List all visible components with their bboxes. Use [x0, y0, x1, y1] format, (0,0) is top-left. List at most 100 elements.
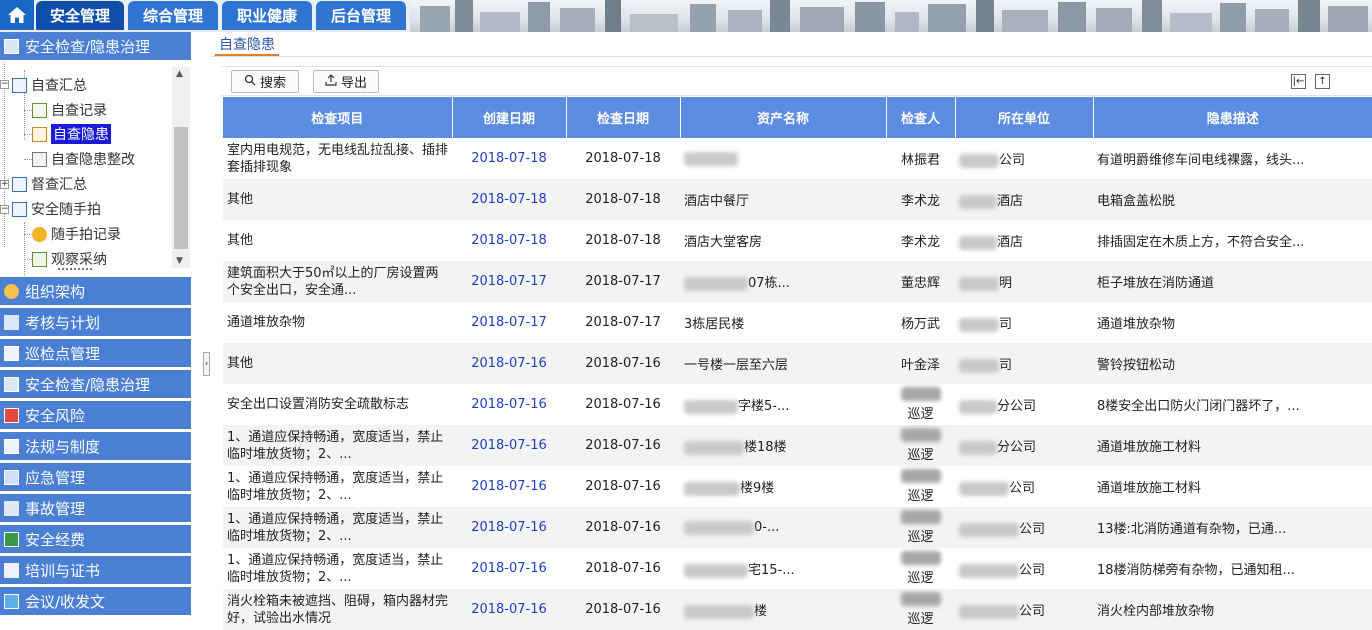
- sidebar-section-funds[interactable]: 安全经费: [0, 525, 191, 554]
- table-row[interactable]: 安全出口设置消防安全疏散标志 2018-07-16 2018-07-16 字楼5…: [223, 384, 1372, 425]
- tree-group-supervision[interactable]: 督查汇总: [12, 173, 87, 195]
- document-icon: [32, 151, 47, 167]
- cell-checked: 2018-07-18: [566, 179, 680, 220]
- unit-text: 分公司: [997, 399, 1037, 414]
- sidebar-section-accident[interactable]: 事故管理: [0, 494, 191, 523]
- sidebar-section-organization[interactable]: 组织架构: [0, 277, 191, 306]
- scroll-up-icon[interactable]: ▲: [176, 69, 183, 79]
- tab-label: 安全管理: [49, 7, 110, 25]
- sidebar-section-regulation[interactable]: 法规与制度: [0, 432, 191, 461]
- scroll-down-icon[interactable]: ▼: [176, 256, 183, 266]
- sidebar-section-training[interactable]: 培训与证书: [0, 556, 191, 585]
- cell-created[interactable]: 2018-07-18: [452, 138, 566, 179]
- table-row[interactable]: 其他 2018-07-18 2018-07-18 酒店中餐厅 李术龙 酒店 电箱…: [223, 179, 1372, 220]
- cell-unit: 司: [955, 302, 1093, 343]
- search-icon: [244, 74, 256, 89]
- cell-created[interactable]: 2018-07-16: [452, 589, 566, 630]
- tree-item-self-records[interactable]: 自查记录: [32, 99, 107, 121]
- cell-created[interactable]: 2018-07-16: [452, 548, 566, 589]
- cell-created[interactable]: 2018-07-16: [452, 343, 566, 384]
- column-header[interactable]: 所在单位: [955, 97, 1094, 138]
- tree-label: 观察采纳: [51, 252, 107, 268]
- sidebar-section-label: 巡检点管理: [25, 344, 101, 363]
- search-button[interactable]: 搜索: [231, 70, 299, 93]
- sidebar-section-label: 安全检查/隐患治理: [25, 37, 151, 56]
- cell-created[interactable]: 2018-07-18: [452, 220, 566, 261]
- column-header[interactable]: 创建日期: [452, 97, 567, 138]
- cell-asset: 楼: [680, 589, 886, 630]
- cell-created[interactable]: 2018-07-18: [452, 179, 566, 220]
- sidebar-section-assessment[interactable]: 考核与计划: [0, 308, 191, 337]
- scrollbar-thumb[interactable]: [174, 127, 188, 249]
- tab-self-hazards[interactable]: 自查隐患: [215, 34, 279, 56]
- sidebar-collapse-handle[interactable]: ›: [203, 352, 210, 376]
- tree-item-hazard-rectification[interactable]: 自查隐患整改: [32, 148, 135, 170]
- cell-created[interactable]: 2018-07-16: [452, 425, 566, 466]
- sidebar-section-active[interactable]: 安全检查/隐患治理: [0, 32, 191, 61]
- table-row[interactable]: 1、通道应保持畅通，宽度适当，禁止临时堆放货物；2、... 2018-07-16…: [223, 548, 1372, 589]
- tree-group-self-inspection[interactable]: 自查汇总: [12, 74, 87, 96]
- accident-icon: [4, 500, 19, 516]
- cell-inspector: 李术龙: [886, 179, 955, 220]
- report-icon: [12, 176, 27, 192]
- tab-label: 后台管理: [330, 7, 391, 25]
- tree-collapse-toggle[interactable]: −: [0, 80, 9, 89]
- collapse-left-icon[interactable]: |←: [1291, 74, 1306, 89]
- tree-group-snapshot[interactable]: 安全随手拍: [12, 198, 101, 220]
- tree-scrollbar[interactable]: ▲ ▼: [172, 67, 190, 268]
- inspector-text: 巡逻: [907, 407, 934, 422]
- scroll-top-icon[interactable]: ↑: [1315, 74, 1330, 89]
- tab-safety-management[interactable]: 安全管理: [36, 1, 124, 30]
- cell-desc: 通道堆放施工材料: [1097, 481, 1202, 496]
- cell-asset: 3栋居民楼: [684, 317, 745, 332]
- tree-item-snapshot-records[interactable]: 随手拍记录: [32, 223, 121, 245]
- tree-item-self-hazards[interactable]: 自查隐患: [32, 123, 111, 145]
- column-header[interactable]: 检查人: [886, 97, 956, 138]
- cell-created[interactable]: 2018-07-17: [452, 261, 566, 302]
- city-banner: [410, 0, 1372, 32]
- sidebar-section-patrol[interactable]: 巡检点管理: [0, 339, 191, 368]
- sidebar-section-emergency[interactable]: 应急管理: [0, 463, 191, 492]
- document-warning-icon: [32, 126, 47, 142]
- column-header[interactable]: 隐患描述: [1093, 97, 1372, 138]
- table-row[interactable]: 通道堆放杂物 2018-07-17 2018-07-17 3栋居民楼 杨万武 司…: [223, 302, 1372, 343]
- tree-collapse-toggle[interactable]: −: [0, 205, 9, 214]
- sidebar-section-inspection[interactable]: 安全检查/隐患治理: [0, 370, 191, 399]
- table-row[interactable]: 1、通道应保持畅通，宽度适当，禁止临时堆放货物；2、... 2018-07-16…: [223, 507, 1372, 548]
- table-row[interactable]: 消火栓箱未被遮挡、阻碍，箱内器材完好，试验出水情况 2018-07-16 201…: [223, 589, 1372, 630]
- tree-item-observation[interactable]: 观察采纳: [32, 248, 107, 270]
- column-header[interactable]: 资产名称: [680, 97, 887, 138]
- table-row[interactable]: 1、通道应保持畅通，宽度适当，禁止临时堆放货物；2、... 2018-07-16…: [223, 425, 1372, 466]
- tab-general-management[interactable]: 综合管理: [128, 1, 218, 30]
- tab-occupational-health[interactable]: 职业健康: [222, 1, 312, 30]
- cell-inspector: 林振君: [900, 153, 940, 168]
- meeting-icon: [4, 593, 19, 609]
- cell-created[interactable]: 2018-07-17: [452, 302, 566, 343]
- table-row[interactable]: 建筑面积大于50㎡以上的厂房设置两个安全出口，安全通... 2018-07-17…: [223, 261, 1372, 302]
- document-icon: [32, 102, 47, 118]
- sidebar-section-label: 会议/收发文: [25, 592, 106, 611]
- table-row[interactable]: 1、通道应保持畅通，宽度适当，禁止临时堆放货物；2、... 2018-07-16…: [223, 466, 1372, 507]
- column-header[interactable]: 检查项目: [223, 97, 453, 138]
- sidebar-section-risk[interactable]: 安全风险: [0, 401, 191, 430]
- table-row[interactable]: 室内用电规范，无电线乱拉乱接、插排套插排现象 2018-07-18 2018-0…: [223, 138, 1372, 179]
- tab-admin[interactable]: 后台管理: [316, 1, 406, 30]
- redacted-mask: [959, 563, 1019, 578]
- asset-text: 07栋...: [748, 276, 790, 291]
- home-button[interactable]: [0, 0, 34, 30]
- cell-created[interactable]: 2018-07-16: [452, 507, 566, 548]
- tree-expand-toggle[interactable]: +: [0, 180, 9, 189]
- cell-created[interactable]: 2018-07-16: [452, 384, 566, 425]
- table-row[interactable]: 其他 2018-07-16 2018-07-16 一号楼一层至六层 叶金泽 司 …: [223, 343, 1372, 384]
- sidebar-section-meeting[interactable]: 会议/收发文: [0, 587, 191, 616]
- cell-asset: [680, 138, 886, 179]
- unit-text: 公司: [1019, 604, 1046, 619]
- inspector-text: 巡逻: [907, 448, 934, 463]
- certificate-icon: [4, 562, 19, 578]
- cell-created[interactable]: 2018-07-16: [452, 466, 566, 507]
- cell-item: 其他: [227, 233, 254, 248]
- cell-unit: 酒店: [955, 179, 1093, 220]
- export-button[interactable]: 导出: [313, 70, 379, 93]
- column-header[interactable]: 检查日期: [566, 97, 681, 138]
- table-row[interactable]: 其他 2018-07-18 2018-07-18 酒店大堂客房 李术龙 酒店 排…: [223, 220, 1372, 261]
